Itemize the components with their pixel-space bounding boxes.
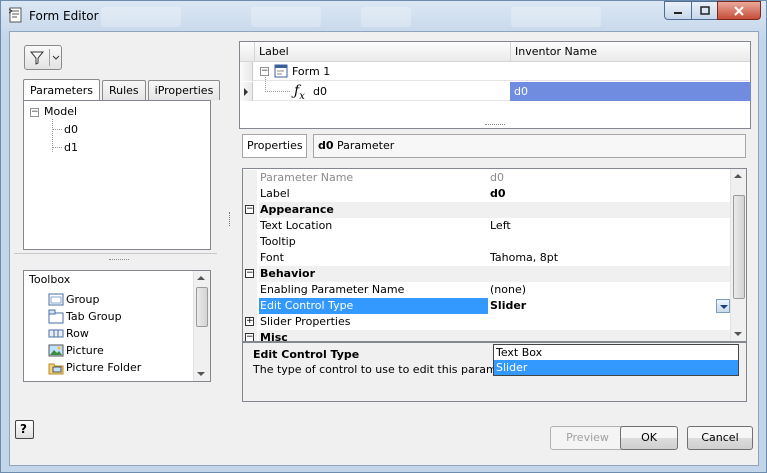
scroll-up-icon[interactable] bbox=[734, 174, 742, 178]
collapse-icon[interactable]: − bbox=[245, 205, 254, 214]
current-row-icon bbox=[244, 88, 248, 96]
scroll-thumb[interactable] bbox=[733, 195, 745, 299]
property-row-font[interactable]: Font Tahoma, 8pt bbox=[243, 250, 732, 266]
maximize-button[interactable] bbox=[691, 1, 717, 20]
form-tree-grid: Label Inventor Name − Form 1 ƒx d0 d0 bbox=[239, 41, 751, 129]
funnel-icon bbox=[29, 51, 45, 65]
background-ghost bbox=[511, 7, 601, 27]
grid-header: Label Inventor Name bbox=[240, 42, 750, 62]
category-appearance[interactable]: − Appearance bbox=[243, 202, 732, 218]
scroll-down-icon[interactable] bbox=[734, 332, 742, 336]
edit-control-type-dropdown: Text Box Slider bbox=[493, 344, 739, 376]
column-inventor-name-header[interactable]: Inventor Name bbox=[510, 42, 750, 62]
properties-title: d0 Parameter bbox=[313, 134, 746, 158]
maximize-icon bbox=[699, 6, 710, 15]
horizontal-splitter[interactable] bbox=[485, 124, 505, 125]
form-icon bbox=[273, 63, 289, 82]
category-misc[interactable]: − Misc bbox=[243, 330, 732, 341]
property-row-edit-control-type[interactable]: Edit Control Type Slider bbox=[243, 298, 732, 314]
function-icon: ƒx bbox=[294, 83, 305, 102]
grid-cell-label: Form 1 bbox=[292, 65, 331, 78]
row-selector[interactable] bbox=[240, 82, 253, 101]
left-tabs: Parameters Rules iProperties bbox=[23, 79, 222, 101]
property-row-enabling-parameter-name[interactable]: Enabling Parameter Name (none) bbox=[243, 282, 732, 298]
title-bar[interactable]: Form Editor bbox=[1, 1, 766, 31]
grid-cell-inventor-name[interactable]: d0 bbox=[510, 82, 751, 101]
tree-item-d0[interactable]: d0 bbox=[64, 121, 78, 138]
dropdown-option-slider[interactable]: Slider bbox=[494, 360, 738, 375]
table-row[interactable]: ƒx d0 d0 bbox=[240, 77, 751, 102]
property-row-tooltip[interactable]: Tooltip bbox=[243, 234, 732, 250]
ok-button[interactable]: OK bbox=[620, 426, 678, 450]
minimize-button[interactable] bbox=[664, 1, 691, 20]
background-ghost bbox=[251, 7, 321, 27]
close-button[interactable] bbox=[717, 1, 761, 20]
cancel-button[interactable]: Cancel bbox=[687, 426, 753, 450]
form-editor-icon bbox=[8, 7, 24, 23]
category-behavior[interactable]: − Behavior bbox=[243, 266, 732, 282]
vertical-splitter[interactable] bbox=[224, 32, 236, 407]
help-button[interactable]: ? bbox=[15, 420, 34, 439]
divider bbox=[14, 253, 217, 255]
description-text: The type of control to use to edit this … bbox=[253, 363, 522, 376]
property-row-parameter-name[interactable]: Parameter Name d0 bbox=[243, 170, 732, 186]
background-ghost bbox=[361, 7, 411, 27]
table-row[interactable]: − Form 1 bbox=[240, 62, 750, 81]
properties-tab[interactable]: Properties bbox=[242, 134, 307, 158]
edit-control-type-combo[interactable]: Slider bbox=[490, 298, 732, 314]
form-editor-window: Form Editor Parameters Rules iProperties… bbox=[0, 0, 767, 473]
filter-button[interactable] bbox=[24, 45, 62, 70]
chevron-down-icon bbox=[52, 55, 60, 60]
property-grid: Parameter Name d0 Label d0 − Appearance … bbox=[242, 168, 747, 342]
toolbox-scrollbar[interactable] bbox=[193, 271, 210, 381]
column-label-header[interactable]: Label bbox=[254, 42, 509, 62]
property-row-slider-properties[interactable]: + Slider Properties bbox=[243, 314, 732, 330]
left-pane: Parameters Rules iProperties − Model d0 … bbox=[14, 35, 221, 405]
collapse-icon[interactable]: − bbox=[260, 67, 269, 76]
minimize-icon bbox=[674, 11, 682, 14]
expand-icon[interactable]: + bbox=[245, 317, 254, 326]
window-title: Form Editor bbox=[29, 9, 99, 23]
properties-title-type: Parameter bbox=[337, 139, 395, 152]
collapse-icon[interactable]: − bbox=[30, 108, 39, 117]
horizontal-splitter[interactable] bbox=[109, 259, 129, 260]
scroll-up-icon[interactable] bbox=[197, 276, 205, 280]
tab-rules[interactable]: Rules bbox=[101, 80, 146, 100]
scroll-down-icon[interactable] bbox=[197, 372, 205, 376]
properties-title-name: d0 bbox=[318, 139, 334, 152]
collapse-icon[interactable]: − bbox=[245, 269, 254, 278]
picture-icon bbox=[48, 343, 64, 358]
tab-group-icon bbox=[48, 309, 64, 324]
close-icon bbox=[734, 5, 744, 16]
toolbox-header: Toolbox bbox=[29, 273, 71, 286]
parameter-tree: − Model d0 d1 bbox=[23, 100, 211, 250]
chevron-down-icon[interactable] bbox=[716, 299, 730, 313]
description-title: Edit Control Type bbox=[253, 348, 360, 361]
scroll-thumb[interactable] bbox=[196, 287, 208, 327]
dropdown-option-text-box[interactable]: Text Box bbox=[494, 345, 738, 360]
property-row-text-location[interactable]: Text Location Left bbox=[243, 218, 732, 234]
grid-cell-label: d0 bbox=[313, 85, 327, 98]
property-row-label[interactable]: Label d0 bbox=[243, 186, 732, 202]
group-icon bbox=[48, 292, 64, 307]
property-grid-scrollbar[interactable] bbox=[730, 169, 746, 341]
tab-iproperties[interactable]: iProperties bbox=[147, 80, 221, 100]
tree-item-model[interactable]: Model bbox=[44, 103, 77, 120]
client-area: Parameters Rules iProperties − Model d0 … bbox=[9, 31, 759, 466]
row-icon bbox=[48, 326, 64, 341]
tab-parameters[interactable]: Parameters bbox=[23, 79, 100, 100]
picture-folder-icon bbox=[48, 360, 64, 375]
help-icon: ? bbox=[20, 422, 27, 436]
collapse-icon[interactable]: − bbox=[245, 333, 254, 341]
toolbox-panel: Toolbox Group Tab Group Row Picture Pict… bbox=[23, 270, 211, 382]
preview-button[interactable]: Preview bbox=[550, 426, 625, 450]
background-ghost bbox=[101, 7, 181, 27]
tree-item-d1[interactable]: d1 bbox=[64, 139, 78, 156]
